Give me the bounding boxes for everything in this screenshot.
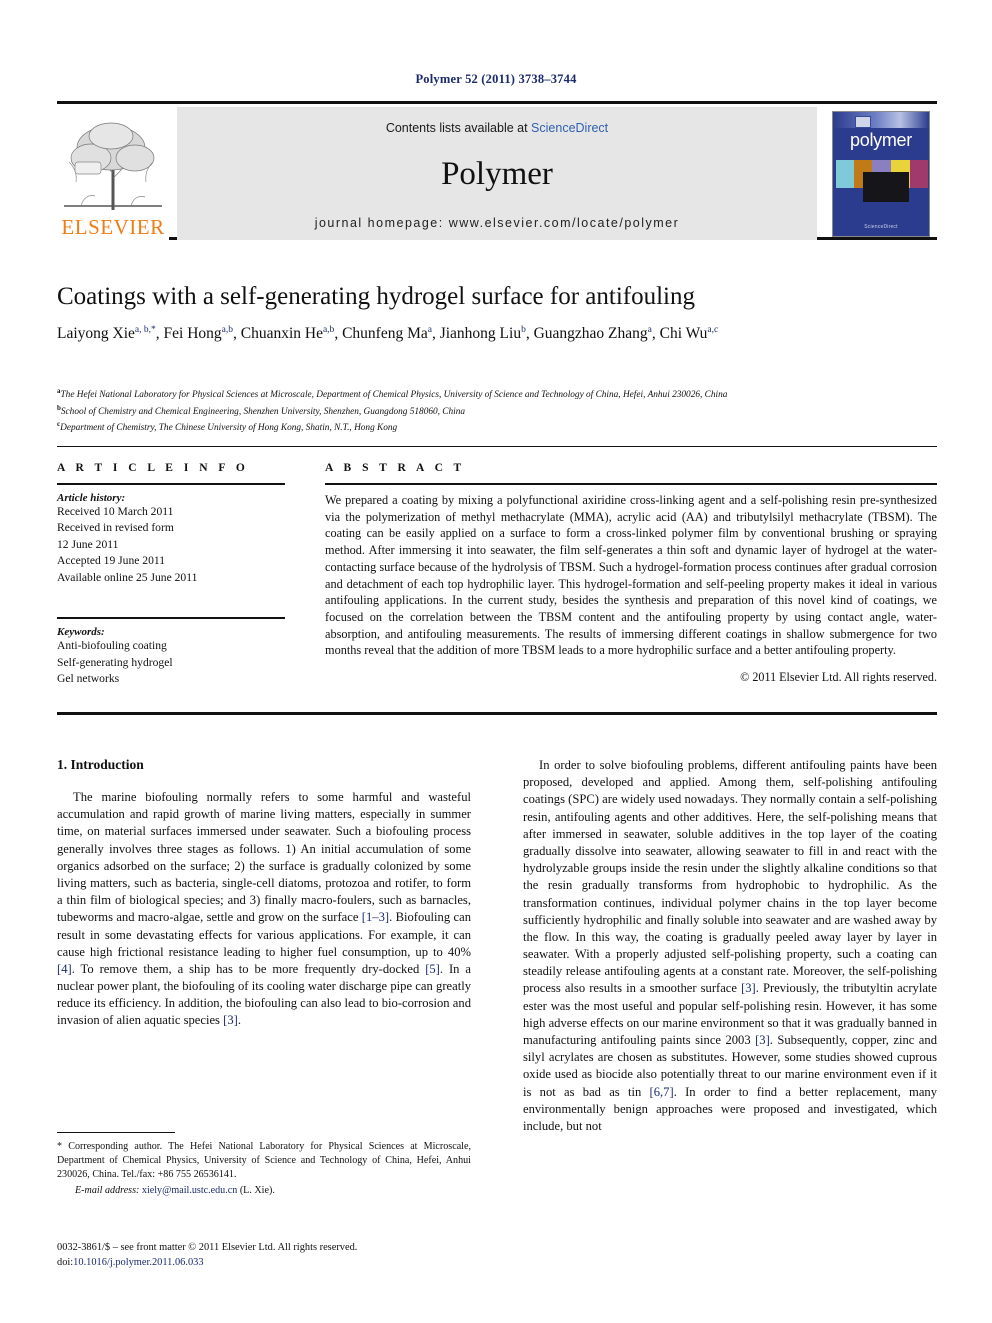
info-band-bottom-rule bbox=[57, 712, 937, 715]
keywords-rule bbox=[57, 617, 285, 620]
citation-link[interactable]: [3] bbox=[223, 1013, 238, 1027]
author-name: Chunfeng Ma bbox=[342, 325, 428, 342]
elsevier-logo: ELSEVIER bbox=[57, 107, 169, 240]
footnote-block: * Corresponding author. The Hefei Nation… bbox=[57, 1140, 471, 1199]
body-column-right: In order to solve biofouling problems, d… bbox=[523, 757, 937, 1135]
author-list: Laiyong Xiea, b,*, Fei Honga,b, Chuanxin… bbox=[57, 324, 719, 342]
affiliation-list: aThe Hefei National Laboratory for Physi… bbox=[57, 386, 937, 436]
doi-link[interactable]: 10.1016/j.polymer.2011.06.033 bbox=[73, 1257, 203, 1268]
author-name: Chuanxin He bbox=[240, 325, 323, 342]
keyword-item: Self-generating hydrogel bbox=[57, 655, 173, 669]
body-column-left: 1. Introduction The marine biofouling no… bbox=[57, 757, 471, 1030]
author-name: Fei Hong bbox=[163, 325, 222, 342]
affiliation-text: School of Chemistry and Chemical Enginee… bbox=[60, 406, 466, 417]
author-name: Chi Wu bbox=[659, 325, 708, 342]
author-name: Jianhong Liu bbox=[439, 325, 522, 342]
citation-link[interactable]: [3] bbox=[741, 981, 756, 995]
issn-line: 0032-3861/$ – see front matter © 2011 El… bbox=[57, 1242, 358, 1253]
article-history-list: Received 10 March 2011 Received in revise… bbox=[57, 504, 285, 586]
article-history-item: Accepted 19 June 2011 bbox=[57, 554, 166, 568]
cover-micrograph bbox=[863, 171, 909, 202]
keywords-list: Anti-biofouling coating Self-generating h… bbox=[57, 638, 285, 687]
cover-journal-name: polymer bbox=[850, 129, 912, 150]
author-affiliation-marker: b bbox=[521, 324, 526, 335]
citation-link[interactable]: [1–3] bbox=[362, 910, 389, 924]
keywords-label: Keywords: bbox=[57, 626, 105, 639]
author-affiliation-marker: a,b bbox=[221, 324, 233, 335]
citation-link[interactable]: [4] bbox=[57, 962, 72, 976]
affiliation-item: aThe Hefei National Laboratory for Physi… bbox=[57, 386, 937, 403]
journal-homepage[interactable]: journal homepage: www.elsevier.com/locat… bbox=[315, 216, 680, 230]
journal-title: Polymer bbox=[441, 156, 553, 192]
abstract-rule bbox=[325, 483, 937, 485]
abstract-copyright: © 2011 Elsevier Ltd. All rights reserved… bbox=[740, 670, 937, 685]
abstract-column: A B S T R A C T We prepared a coating by… bbox=[325, 462, 937, 685]
author-affiliation-marker: a,c bbox=[707, 324, 719, 335]
article-info-heading: A R T I C L E I N F O bbox=[57, 462, 249, 474]
author-affiliation-marker: a bbox=[647, 324, 652, 335]
citation-link[interactable]: [6,7] bbox=[650, 1085, 674, 1099]
sciencedirect-link[interactable]: ScienceDirect bbox=[531, 121, 608, 135]
contents-prefix: Contents lists available at bbox=[385, 121, 532, 135]
doi-label: doi: bbox=[57, 1257, 74, 1269]
footnote-rule bbox=[57, 1132, 175, 1133]
cover-elsevier-badge-icon bbox=[855, 115, 871, 128]
section-heading-introduction: 1. Introduction bbox=[57, 757, 144, 772]
author-affiliation-marker: a, b,* bbox=[134, 324, 156, 335]
article-history-item: 12 June 2011 bbox=[57, 537, 119, 551]
email-owner: (L. Xie). bbox=[239, 1185, 275, 1197]
abstract-heading: A B S T R A C T bbox=[325, 462, 466, 474]
elsevier-wordmark: ELSEVIER bbox=[61, 215, 165, 239]
affiliation-text: Department of Chemistry, The Chinese Uni… bbox=[60, 423, 398, 434]
article-page: Polymer 52 (2011) 3738–3744 ELSEVIER Con… bbox=[0, 0, 992, 1323]
citation-link[interactable]: [5] bbox=[425, 962, 440, 976]
article-history-item: Received in revised form bbox=[57, 521, 174, 535]
abstract-text: We prepared a coating by mixing a polyfu… bbox=[325, 493, 937, 658]
body-paragraph: In order to solve biofouling problems, d… bbox=[523, 758, 938, 1133]
article-history-label: Article history: bbox=[57, 492, 126, 504]
journal-band: Contents lists available at ScienceDirec… bbox=[177, 107, 817, 240]
author-name: Guangzhao Zhang bbox=[533, 325, 648, 342]
citation-link[interactable]: [3] bbox=[755, 1033, 770, 1047]
contents-line: Contents lists available at ScienceDirec… bbox=[386, 121, 608, 135]
author-affiliation-marker: a,b bbox=[322, 324, 335, 335]
article-history-item: Received 10 March 2011 bbox=[57, 505, 174, 518]
elsevier-tree-icon bbox=[64, 122, 162, 210]
email-line: E-mail address: xiely@mail.ustc.edu.cn (… bbox=[57, 1184, 471, 1198]
article-info-column: A R T I C L E I N F O Article history: R… bbox=[57, 462, 285, 688]
affiliation-text: The Hefei National Laboratory for Physic… bbox=[60, 390, 728, 401]
page-title: Coatings with a self-generating hydrogel… bbox=[57, 283, 696, 310]
cover-footer-text: ScienceDirect bbox=[864, 223, 898, 230]
doi-line: doi:10.1016/j.polymer.2011.06.033 bbox=[57, 1255, 527, 1270]
author-name: Laiyong Xie bbox=[57, 325, 135, 342]
keyword-item: Anti-biofouling coating bbox=[57, 639, 167, 653]
journal-masthead: ELSEVIER Contents lists available at Sci… bbox=[57, 101, 937, 240]
author-affiliation-marker: a bbox=[427, 324, 432, 335]
body-paragraph: The marine biofouling normally refers to… bbox=[57, 790, 471, 1028]
issn-block: 0032-3861/$ – see front matter © 2011 El… bbox=[57, 1240, 527, 1270]
info-band-top-rule bbox=[57, 446, 937, 447]
journal-cover: polymer ScienceDirect bbox=[825, 107, 937, 240]
keyword-item: Gel networks bbox=[57, 672, 120, 686]
affiliation-item: bSchool of Chemistry and Chemical Engine… bbox=[57, 403, 937, 420]
article-info-rule bbox=[57, 483, 285, 485]
corresponding-author-note: * Corresponding author. The Hefei Nation… bbox=[57, 1141, 471, 1181]
running-head: Polymer 52 (2011) 3738–3744 bbox=[415, 72, 577, 86]
affiliation-item: cDepartment of Chemistry, The Chinese Un… bbox=[57, 419, 937, 436]
article-history-item: Available online 25 June 2011 bbox=[57, 570, 198, 584]
email-link[interactable]: xiely@mail.ustc.edu.cn bbox=[142, 1185, 237, 1196]
cover-gradient bbox=[833, 111, 929, 128]
email-label: E-mail address: bbox=[75, 1185, 140, 1197]
